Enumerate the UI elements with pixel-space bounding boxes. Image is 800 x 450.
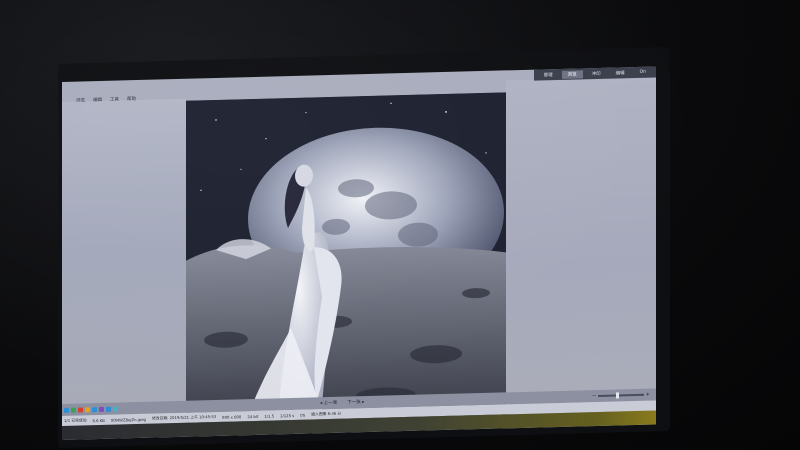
status-item: 1/1 已完成加 bbox=[64, 417, 87, 423]
tab-manage[interactable]: 管理 bbox=[538, 70, 559, 79]
tab-browse[interactable]: 浏览 bbox=[561, 69, 583, 79]
star-icon[interactable] bbox=[85, 406, 90, 412]
right-side-panel bbox=[506, 76, 656, 393]
zoom-thumb[interactable] bbox=[615, 392, 619, 399]
rotate-left-icon[interactable] bbox=[64, 407, 69, 413]
status-item: SONWZBeJZn.jpeg bbox=[110, 416, 146, 423]
tab-edit[interactable]: 编辑 bbox=[610, 69, 631, 78]
tab-online[interactable]: On bbox=[634, 69, 652, 76]
info-icon[interactable] bbox=[113, 406, 118, 412]
zoom-slider[interactable]: − + bbox=[592, 392, 650, 400]
menu-item-help[interactable]: 帮助 bbox=[127, 96, 136, 102]
tool-icon-group bbox=[62, 406, 118, 413]
moon-scene-picture bbox=[186, 92, 506, 423]
photo-background: 浏览 编辑 工具 帮助 管理 浏览 冲印 编辑 On ◂ 上一张 下一张 ▸ −… bbox=[0, 0, 800, 450]
rotate-right-icon[interactable] bbox=[71, 407, 76, 413]
status-item: 800 x 800 bbox=[222, 413, 242, 420]
status-item: 插入图像 6:36 分 bbox=[311, 410, 342, 417]
monitor-screen: 浏览 编辑 工具 帮助 管理 浏览 冲印 编辑 On ◂ 上一张 下一张 ▸ −… bbox=[62, 66, 656, 441]
menu-item-browse[interactable]: 浏览 bbox=[76, 97, 85, 103]
tab-print[interactable]: 冲印 bbox=[586, 69, 607, 78]
status-item: 6.6 KB bbox=[92, 417, 105, 423]
zoom-in-icon[interactable]: + bbox=[646, 392, 650, 398]
next-image-button[interactable]: 下一张 ▸ bbox=[347, 399, 364, 405]
status-item: 1/1.5 bbox=[264, 412, 275, 419]
zoom-out-icon[interactable]: − bbox=[592, 393, 596, 399]
status-item: 24 bit bbox=[247, 413, 259, 419]
previous-image-button[interactable]: ◂ 上一张 bbox=[320, 400, 337, 406]
zoom-track[interactable] bbox=[598, 392, 644, 399]
status-item: 1/125 s bbox=[280, 412, 295, 418]
edit-icon[interactable] bbox=[99, 406, 104, 412]
delete-icon[interactable] bbox=[78, 406, 83, 413]
crop-icon[interactable] bbox=[92, 406, 97, 412]
menu-item-edit[interactable]: 编辑 bbox=[93, 97, 102, 103]
viewed-image bbox=[186, 92, 506, 423]
menu-item-tools[interactable]: 工具 bbox=[110, 97, 119, 103]
share-icon[interactable] bbox=[106, 406, 111, 412]
status-item: f/5 bbox=[300, 412, 306, 418]
left-side-panel bbox=[62, 98, 186, 405]
status-item: 修改日期: 2019/5/21 上午 10:45:53 bbox=[151, 413, 217, 421]
